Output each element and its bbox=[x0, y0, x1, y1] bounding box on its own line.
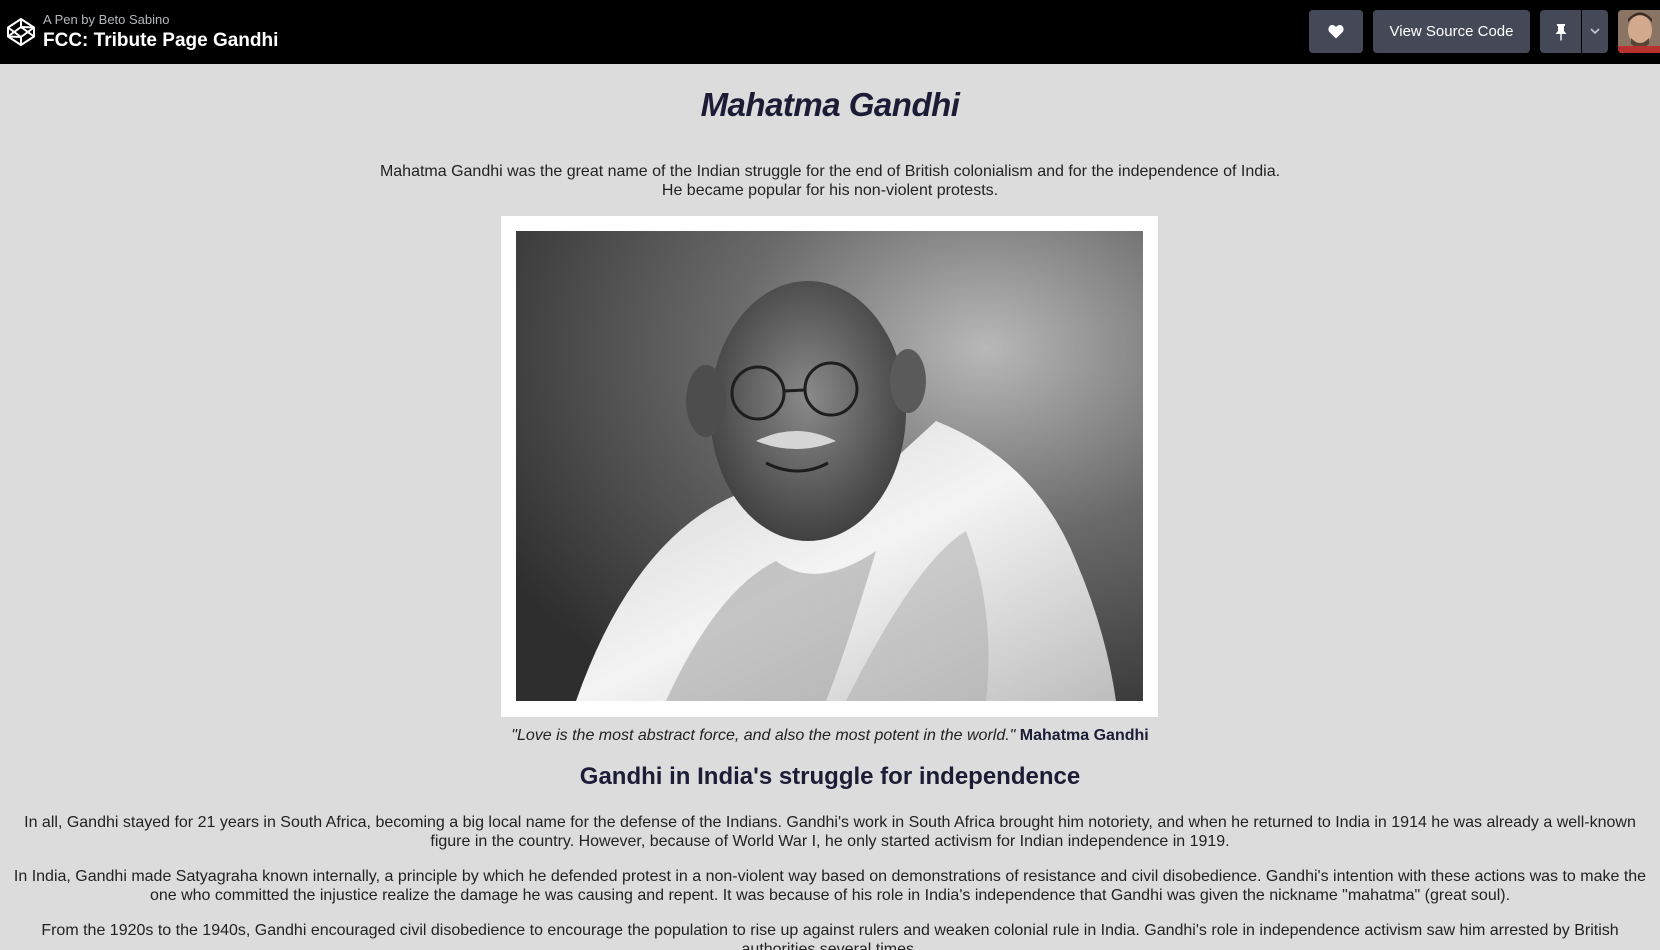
user-avatar[interactable] bbox=[1618, 10, 1660, 53]
pin-dropdown-button[interactable] bbox=[1582, 10, 1608, 53]
pen-title: FCC: Tribute Page Gandhi bbox=[43, 30, 279, 51]
paragraph-2: In India, Gandhi made Satyagraha known i… bbox=[13, 868, 1647, 904]
section-heading: Gandhi in India's struggle for independe… bbox=[579, 763, 1081, 790]
intro-text: Mahatma Gandhi was the great name of the… bbox=[0, 162, 1660, 200]
pen-byline[interactable]: A Pen by Beto Sabino bbox=[43, 12, 169, 27]
gandhi-portrait-image bbox=[516, 231, 1143, 701]
page-title: Mahatma Gandhi bbox=[700, 86, 960, 123]
codepen-logo-icon[interactable] bbox=[5, 16, 37, 48]
view-source-button[interactable]: View Source Code bbox=[1373, 10, 1530, 53]
like-button[interactable] bbox=[1309, 10, 1363, 53]
quote-text: "Love is the most abstract force, and al… bbox=[511, 727, 1016, 744]
quote-caption: "Love is the most abstract force, and al… bbox=[0, 727, 1660, 745]
image-frame bbox=[501, 216, 1158, 717]
pin-icon bbox=[1555, 23, 1566, 40]
intro-line-2: He became popular for his non-violent pr… bbox=[661, 182, 999, 199]
codepen-header: A Pen by Beto Sabino FCC: Tribute Page G… bbox=[0, 0, 1660, 64]
pin-button[interactable] bbox=[1540, 10, 1581, 53]
intro-line-1: Mahatma Gandhi was the great name of the… bbox=[379, 163, 1281, 180]
quote-author: Mahatma Gandhi bbox=[1019, 727, 1149, 744]
paragraph-3: From the 1920s to the 1940s, Gandhi enco… bbox=[41, 922, 1619, 950]
paragraph-1: In all, Gandhi stayed for 21 years in So… bbox=[24, 814, 1636, 850]
chevron-down-icon bbox=[1590, 28, 1600, 35]
heart-icon bbox=[1328, 25, 1344, 39]
